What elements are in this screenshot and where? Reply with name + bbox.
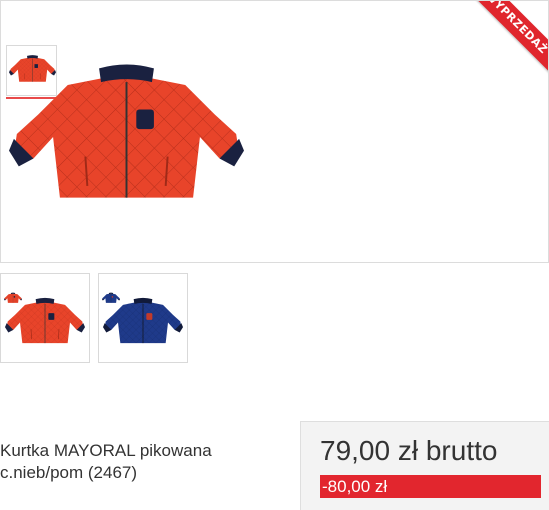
discount-badge: -80,00 zł [320, 475, 541, 498]
sale-ribbon-text: WYPRZEDAŻ [459, 1, 548, 84]
jacket-thumb-image [5, 294, 85, 349]
jacket-image [9, 59, 244, 209]
main-product-image[interactable]: WYPRZEDAŻ [0, 0, 549, 263]
jacket-thumb-image [103, 294, 183, 349]
gallery-thumb-orange[interactable] [0, 273, 90, 363]
price-gross: 79,00 zł brutto [320, 435, 498, 466]
product-name: Kurtka MAYORAL pikowana c.nieb/pom (2467… [0, 441, 212, 482]
sale-ribbon: WYPRZEDAŻ [459, 1, 548, 90]
price-box: 79,00 zł brutto -80,00 zł [300, 421, 549, 510]
gallery-thumb-navy[interactable] [98, 273, 188, 363]
